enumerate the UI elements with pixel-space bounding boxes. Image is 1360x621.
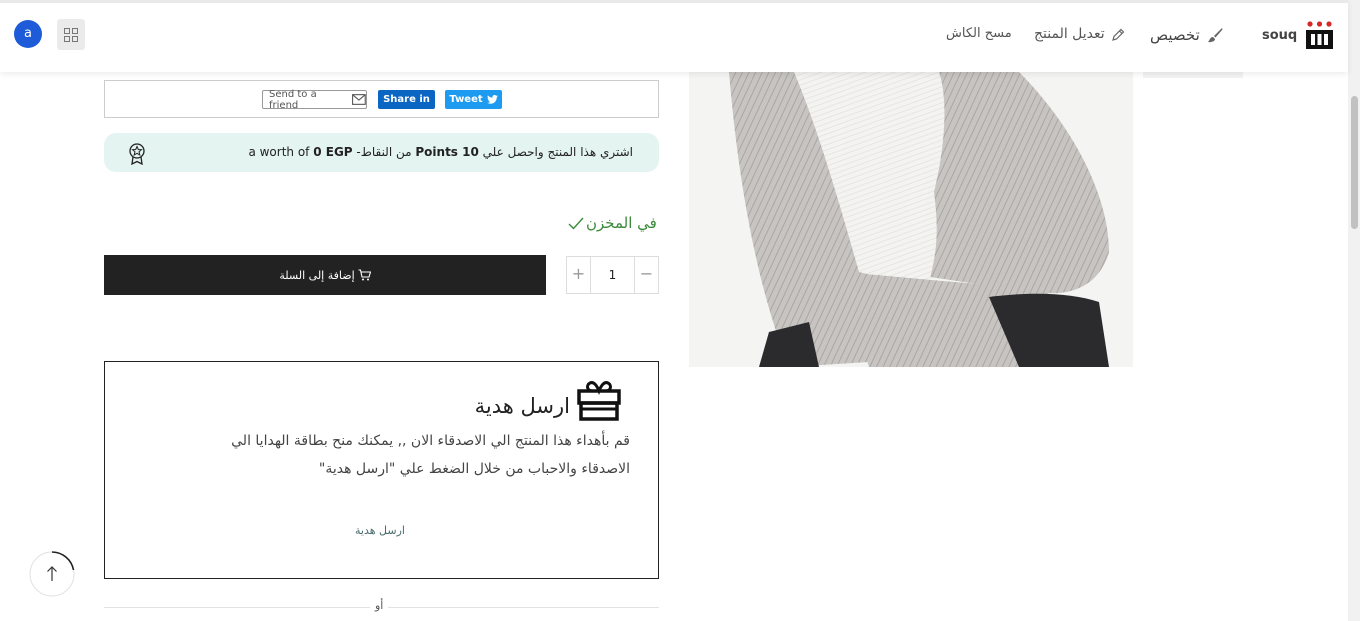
gift-description: قم بأهداء هذا المنتج الي الاصدقاء الان ,…: [160, 427, 630, 483]
points-worth: 0 EGP: [313, 145, 353, 159]
top-header: a مسح الكاش تعديل المنتج تخصيص souq: [0, 0, 1348, 72]
back-to-top-button[interactable]: [29, 551, 75, 597]
send-gift-link[interactable]: ارسل هدية: [355, 524, 405, 537]
tweet-label: Tweet: [449, 94, 483, 105]
brand-name[interactable]: souq: [1262, 28, 1297, 43]
nav-clear-cash-label: مسح الكاش: [946, 26, 1012, 41]
page-scrollbar[interactable]: [1348, 0, 1360, 621]
quantity-increase-button[interactable]: +: [567, 257, 591, 293]
add-to-cart-label: إضافة إلى السلة: [279, 268, 355, 282]
send-to-friend-label: Send to a friend: [269, 88, 317, 111]
grid-icon: [64, 28, 78, 42]
add-to-cart-button[interactable]: إضافة إلى السلة: [104, 255, 546, 295]
nav-edit-product-label: تعديل المنتج: [1034, 26, 1105, 42]
quantity-decrease-button[interactable]: −: [634, 257, 658, 293]
points-prefix: اشتري هذا المنتج واحصل علي: [478, 145, 633, 159]
cart-icon: [358, 269, 371, 281]
souq-logo[interactable]: [1305, 20, 1334, 50]
pencil-icon: [1111, 28, 1125, 41]
tweet-button[interactable]: Tweet: [445, 90, 502, 109]
nav-customize-label: تخصيص: [1150, 26, 1200, 44]
points-text: اشتري هذا المنتج واحصل علي 10 Points من …: [248, 145, 633, 159]
share-box: Send to a friend Share in Tweet: [104, 80, 659, 118]
check-icon: [568, 217, 584, 230]
stock-status: في المخزن: [568, 214, 657, 232]
share-linkedin-button[interactable]: Share in: [378, 90, 435, 109]
points-value: 10 Points: [415, 145, 479, 159]
nav-clear-cash[interactable]: مسح الكاش: [946, 26, 1012, 41]
medal-icon: [129, 143, 145, 165]
apps-button[interactable]: [57, 19, 85, 50]
gift-title: ارسل هدية: [474, 394, 570, 418]
gift-description-line-2: الاصدقاء والاحباب من خلال الضغط علي "ارس…: [318, 461, 630, 477]
stock-label: في المخزن: [586, 214, 657, 232]
envelope-icon: [352, 94, 366, 105]
gift-description-line-1: قم بأهداء هذا المنتج الي الاصدقاء الان ,…: [231, 433, 630, 449]
nav-customize[interactable]: تخصيص: [1150, 26, 1223, 44]
user-avatar[interactable]: a: [14, 20, 42, 48]
send-gift-box: ارسل هدية قم بأهداء هذا المنتج الي الاصد…: [104, 361, 659, 579]
twitter-bird-icon: [486, 95, 498, 104]
product-image[interactable]: [689, 72, 1133, 367]
nav-edit-product[interactable]: تعديل المنتج: [1034, 26, 1125, 42]
gift-icon: [577, 381, 621, 421]
quantity-input[interactable]: [591, 257, 634, 293]
or-label: أو: [370, 599, 389, 612]
loyalty-points-banner: اشتري هذا المنتج واحصل علي 10 Points من …: [104, 133, 659, 172]
sweater-photo: [689, 72, 1133, 367]
brush-icon: [1207, 28, 1223, 43]
send-to-friend-button[interactable]: Send to a friend: [262, 88, 367, 111]
thumbnail-strip: [1143, 72, 1243, 78]
scrollbar-thumb[interactable]: [1351, 96, 1358, 229]
quantity-stepper: + −: [566, 256, 659, 294]
